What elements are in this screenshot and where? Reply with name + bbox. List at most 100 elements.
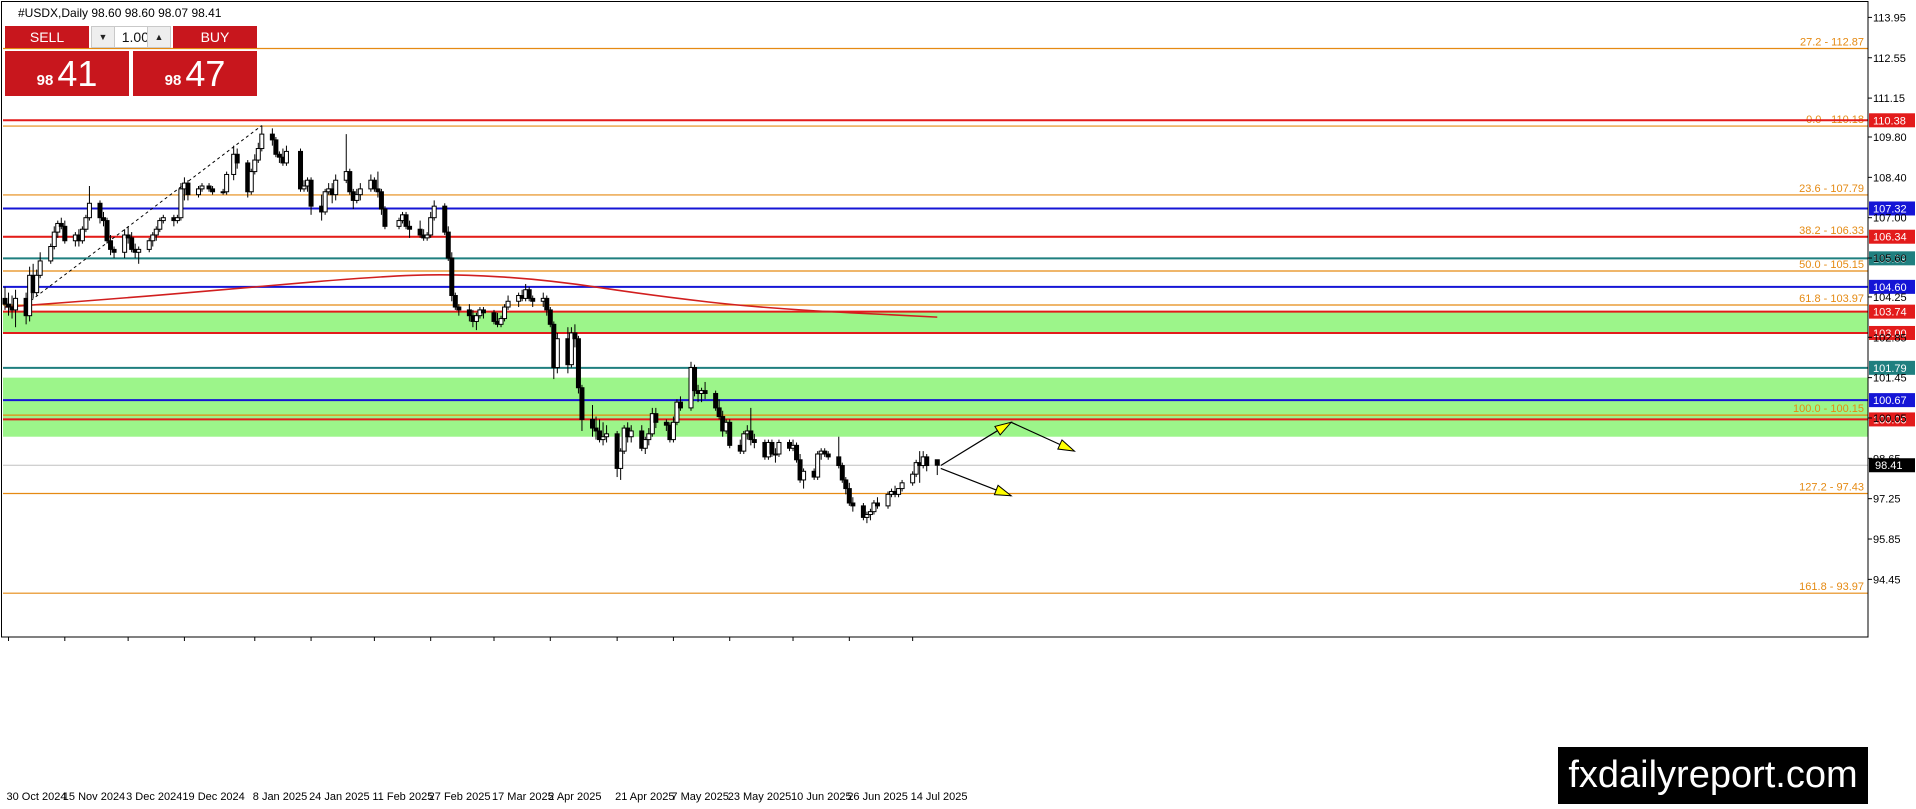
candle-body-down <box>449 257 455 297</box>
candle-body-up <box>642 439 648 449</box>
candle-body-down <box>378 191 384 210</box>
fib-level-label: 161.8 - 93.97 <box>1799 581 1864 593</box>
candle-body-up <box>815 453 821 478</box>
bid-price-prefix: 98 <box>36 72 54 89</box>
time-tick-label: 27 Feb 2025 <box>429 791 491 803</box>
candle-body-up <box>357 188 363 196</box>
price-tick-label: 97.25 <box>1873 494 1901 506</box>
triangle-up-icon: ▲ <box>154 32 164 42</box>
candle-body-down <box>371 179 377 190</box>
candle-body-down <box>544 297 550 311</box>
candle-body-down <box>269 133 275 141</box>
candle-body-up <box>741 433 747 452</box>
candle-body-down <box>273 139 279 155</box>
fib-level-label: 127.2 - 97.43 <box>1799 481 1864 493</box>
candle-body-up <box>885 493 891 507</box>
candle <box>934 459 940 476</box>
buy-button[interactable]: BUY <box>173 26 257 48</box>
candle-body-down <box>185 182 191 196</box>
candle-body-up <box>224 173 230 193</box>
candle-body-down <box>846 488 852 504</box>
trendline-layer <box>25 125 263 305</box>
support-zone <box>3 377 1868 437</box>
time-tick-label: 19 Dec 2024 <box>182 791 244 803</box>
sell-price-button[interactable]: 98 41 <box>5 51 129 96</box>
time-tick-label: 3 Dec 2024 <box>126 791 182 803</box>
time-tick-label: 26 Jun 2025 <box>847 791 908 803</box>
candle <box>776 439 782 457</box>
time-tick-label: 24 Jan 2025 <box>309 791 370 803</box>
candle-body-down <box>407 225 413 230</box>
time-tick-label: 23 May 2025 <box>728 791 792 803</box>
candle-body-up <box>776 441 782 455</box>
support-zone <box>3 311 1868 333</box>
candle-body-down <box>653 413 659 423</box>
candle <box>741 430 747 455</box>
fib-level-label: 61.8 - 103.97 <box>1799 293 1864 305</box>
price-tick-label: 108.40 <box>1873 172 1907 184</box>
time-axis: 30 Oct 202415 Nov 2024 3 Dec 2024 19 Dec 2… <box>7 637 968 803</box>
price-axis: 110.38107.32106.34105.59104.60103.74103.… <box>1868 12 1915 586</box>
candle <box>322 188 328 215</box>
lot-size-control: ▼ ▲ <box>91 26 171 48</box>
fib-trendline <box>25 125 263 305</box>
candle-body-up <box>628 430 634 438</box>
time-tick-label: 15 Nov 2024 <box>63 791 125 803</box>
lot-decrease-button[interactable]: ▼ <box>92 27 115 47</box>
time-tick-label: 10 Jun 2025 <box>791 791 852 803</box>
chart-title: #USDX,Daily 98.60 98.60 98.07 98.41 <box>18 6 222 20</box>
candle-body-down <box>579 387 585 420</box>
candle-body-down <box>526 289 532 299</box>
lot-increase-button[interactable]: ▲ <box>147 27 170 47</box>
candle-body-down <box>530 297 536 302</box>
candle-body-up <box>86 202 92 219</box>
candle <box>104 217 110 244</box>
buy-price-button[interactable]: 98 47 <box>133 51 257 96</box>
candle-body-up <box>48 246 54 262</box>
candle-body-down <box>480 309 486 314</box>
candle-body-up <box>646 433 652 441</box>
candle-body-down <box>452 295 458 308</box>
candle-body-up <box>150 234 156 242</box>
candle <box>618 448 624 480</box>
triangle-down-icon: ▼ <box>98 32 108 42</box>
candle-body-up <box>79 228 85 242</box>
time-tick-label: 11 Feb 2025 <box>372 791 433 803</box>
candle <box>283 145 289 166</box>
candle-body-down <box>769 441 775 455</box>
candle-body-down <box>590 418 596 429</box>
lot-size-input[interactable] <box>115 27 149 47</box>
candle-body-up <box>498 318 504 325</box>
candle-body-down <box>547 309 553 325</box>
price-chart[interactable]: 27.2 - 112.870.0 - 110.1823.6 - 107.7938… <box>0 0 1916 809</box>
one-click-trading-panel: SELL ▼ ▲ BUY 98 41 98 47 <box>5 25 257 97</box>
candle-body-down <box>298 150 304 190</box>
price-tick-label: 111.15 <box>1873 93 1905 105</box>
candle-body-up <box>428 217 434 236</box>
time-tick-label: 8 Jan 2025 <box>253 791 307 803</box>
level-badge-label: 106.34 <box>1873 232 1907 244</box>
candle-body-down <box>794 444 800 461</box>
fib-level-label: 23.6 - 107.79 <box>1799 183 1864 195</box>
ask-price-prefix: 98 <box>164 72 182 89</box>
sell-button[interactable]: SELL <box>5 26 89 48</box>
level-badge-label: 100.67 <box>1873 395 1907 407</box>
candle-body-down <box>234 153 240 164</box>
candle <box>836 436 842 469</box>
candle <box>554 332 560 374</box>
candle-body-up <box>160 217 166 222</box>
candle-body-down <box>97 202 103 219</box>
candle-body-up <box>670 421 676 441</box>
candle-body-down <box>748 430 754 441</box>
candle-body-down <box>702 390 708 394</box>
bid-price-pips: 41 <box>57 52 98 94</box>
candle-body-down <box>403 214 409 227</box>
candle-body-up <box>51 231 57 248</box>
watermark-logo: fxdailyreport.com <box>1558 747 1868 804</box>
candle <box>248 168 254 195</box>
candle-body-up <box>354 194 360 201</box>
candle-body-up <box>178 188 184 219</box>
candle-body-down <box>692 367 698 392</box>
candle-body-down <box>308 179 314 207</box>
candle <box>347 168 353 195</box>
